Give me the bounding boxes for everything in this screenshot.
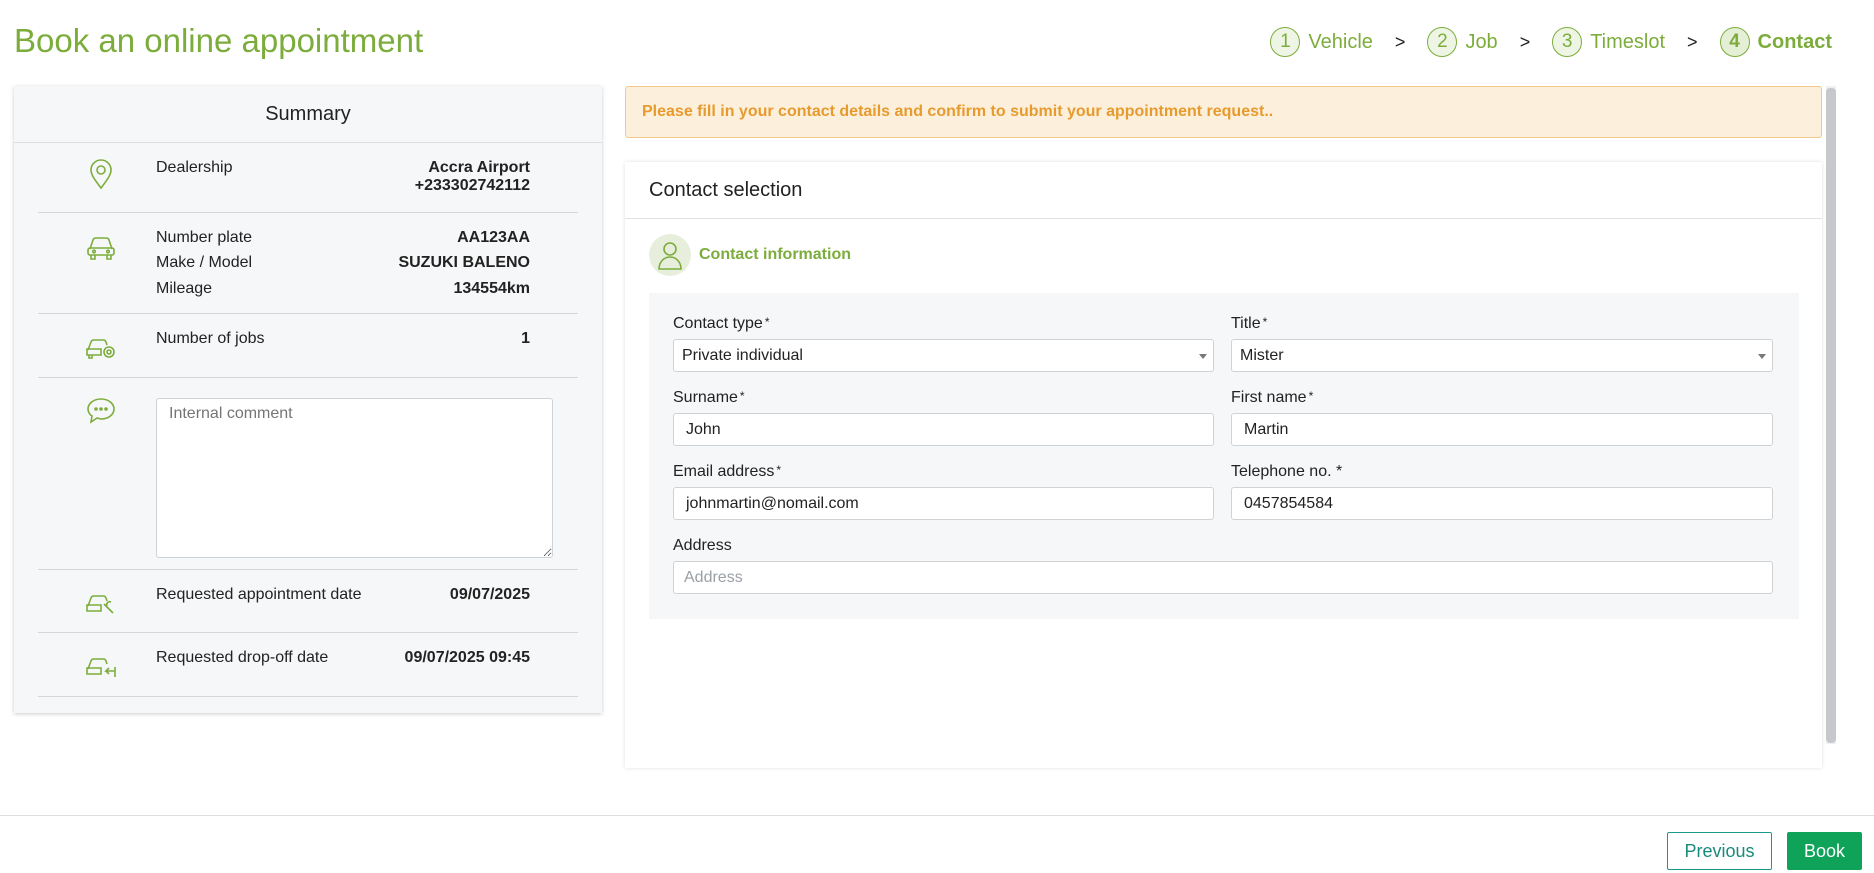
panel-title: Contact selection xyxy=(625,162,1822,219)
contact-selection-panel: Contact selection Contact information Co… xyxy=(625,162,1822,768)
step-number: 3 xyxy=(1552,27,1583,57)
previous-button[interactable]: Previous xyxy=(1667,832,1772,870)
car-icon xyxy=(84,229,118,263)
required-mark: * xyxy=(1262,315,1268,329)
field-label: Surname xyxy=(673,389,738,406)
summary-row-comment xyxy=(38,378,578,570)
email-input[interactable]: johnmartin@nomail.com xyxy=(673,487,1214,520)
mileage-label: Mileage xyxy=(156,280,213,297)
contact-form: Contact type * Private individual Title * … xyxy=(649,293,1799,619)
title-select[interactable]: Mister xyxy=(1231,339,1773,372)
model-label: Make / Model xyxy=(156,254,253,271)
step-separator: > xyxy=(1687,31,1698,52)
address-field: Address Address xyxy=(673,537,1773,594)
jobs-value: 1 xyxy=(521,330,530,347)
summary-row-dealership: Dealership Accra Airport +233302742112 xyxy=(38,143,578,213)
jobs-label: Number of jobs xyxy=(156,330,265,347)
select-value: Private individual xyxy=(682,347,803,364)
summary-row-dropoff-date: Requested drop-off date 09/07/2025 09:45 xyxy=(38,633,578,697)
scrollbar-thumb[interactable] xyxy=(1826,88,1836,743)
chevron-down-icon xyxy=(1758,354,1766,359)
dealership-name: Accra Airport xyxy=(428,159,530,176)
person-icon xyxy=(649,234,691,276)
first-name-input[interactable]: Martin xyxy=(1231,413,1773,446)
required-mark: * xyxy=(764,315,770,329)
car-wrench-icon xyxy=(84,584,118,618)
dropoff-date-label: Requested drop-off date xyxy=(156,649,329,666)
first-name-field: First name * Martin xyxy=(1231,389,1773,446)
plate-label: Number plate xyxy=(156,229,253,246)
step-label: Job xyxy=(1465,30,1498,53)
dropoff-date-value: 09/07/2025 09:45 xyxy=(404,649,530,666)
step-timeslot[interactable]: 3 Timeslot xyxy=(1552,27,1665,57)
step-separator: > xyxy=(1519,31,1531,52)
section-title: Contact information xyxy=(699,246,851,263)
surname-field: Surname * John xyxy=(673,389,1214,446)
step-label: Vehicle xyxy=(1308,30,1373,53)
model-value: SUZUKI BALENO xyxy=(398,254,530,271)
chevron-down-icon xyxy=(1199,354,1207,359)
summary-title: Summary xyxy=(14,86,602,143)
dealership-phone: +233302742112 xyxy=(414,177,530,194)
step-number: 1 xyxy=(1270,27,1301,57)
required-mark: * xyxy=(739,389,745,403)
field-label: First name xyxy=(1231,389,1307,406)
internal-comment-input[interactable] xyxy=(156,398,553,558)
summary-panel: Summary Dealership Accra Airport +233302… xyxy=(14,86,602,713)
contact-type-field: Contact type * Private individual xyxy=(673,315,1214,372)
summary-row-jobs: Number of jobs 1 xyxy=(38,314,578,378)
step-contact[interactable]: 4 Contact xyxy=(1719,27,1832,57)
page-title: Book an online appointment xyxy=(14,22,424,59)
title-field: Title * Mister xyxy=(1231,315,1773,372)
step-number: 4 xyxy=(1719,27,1750,57)
step-label: Contact xyxy=(1757,30,1832,53)
wizard-stepper: 1 Vehicle > 2 Job > 3 Timeslot > 4 Conta… xyxy=(1270,27,1832,57)
mileage-value: 134554km xyxy=(453,280,530,297)
car-dropoff-icon xyxy=(84,647,118,681)
dealership-label: Dealership xyxy=(156,159,233,176)
plate-value: AA123AA xyxy=(457,229,530,246)
field-label: Contact type xyxy=(673,315,763,332)
location-pin-icon xyxy=(84,157,118,191)
step-separator: > xyxy=(1394,31,1406,52)
required-mark: * xyxy=(776,463,782,477)
email-field: Email address * johnmartin@nomail.com xyxy=(673,463,1214,520)
appointment-date-label: Requested appointment date xyxy=(156,586,362,603)
step-job[interactable]: 2 Job xyxy=(1427,27,1498,57)
address-input[interactable]: Address xyxy=(673,561,1773,594)
field-label: Email address xyxy=(673,463,775,480)
surname-input[interactable]: John xyxy=(673,413,1214,446)
appointment-date-value: 09/07/2025 xyxy=(449,586,530,603)
telephone-field: Telephone no. * 0457854584 xyxy=(1231,463,1773,520)
telephone-input[interactable]: 0457854584 xyxy=(1231,487,1773,520)
field-label: Address xyxy=(673,537,732,554)
summary-row-appointment-date: Requested appointment date 09/07/2025 xyxy=(38,570,578,633)
chat-bubble-icon xyxy=(84,394,118,428)
info-alert: Please fill in your contact details and … xyxy=(625,86,1822,138)
summary-row-vehicle: Number plate AA123AA Make / Model SUZUKI… xyxy=(38,213,578,314)
contact-type-select[interactable]: Private individual xyxy=(673,339,1214,372)
step-number: 2 xyxy=(1427,27,1458,57)
footer-bar xyxy=(0,815,1874,873)
field-label: Telephone no. * xyxy=(1231,463,1343,480)
contact-info-header: Contact information xyxy=(649,234,851,276)
step-vehicle[interactable]: 1 Vehicle xyxy=(1270,27,1373,57)
step-label: Timeslot xyxy=(1590,30,1666,53)
required-mark: * xyxy=(1308,389,1314,403)
field-label: Title xyxy=(1231,315,1261,332)
car-service-icon xyxy=(84,328,118,362)
book-button[interactable]: Book xyxy=(1787,832,1862,870)
select-value: Mister xyxy=(1240,347,1284,364)
